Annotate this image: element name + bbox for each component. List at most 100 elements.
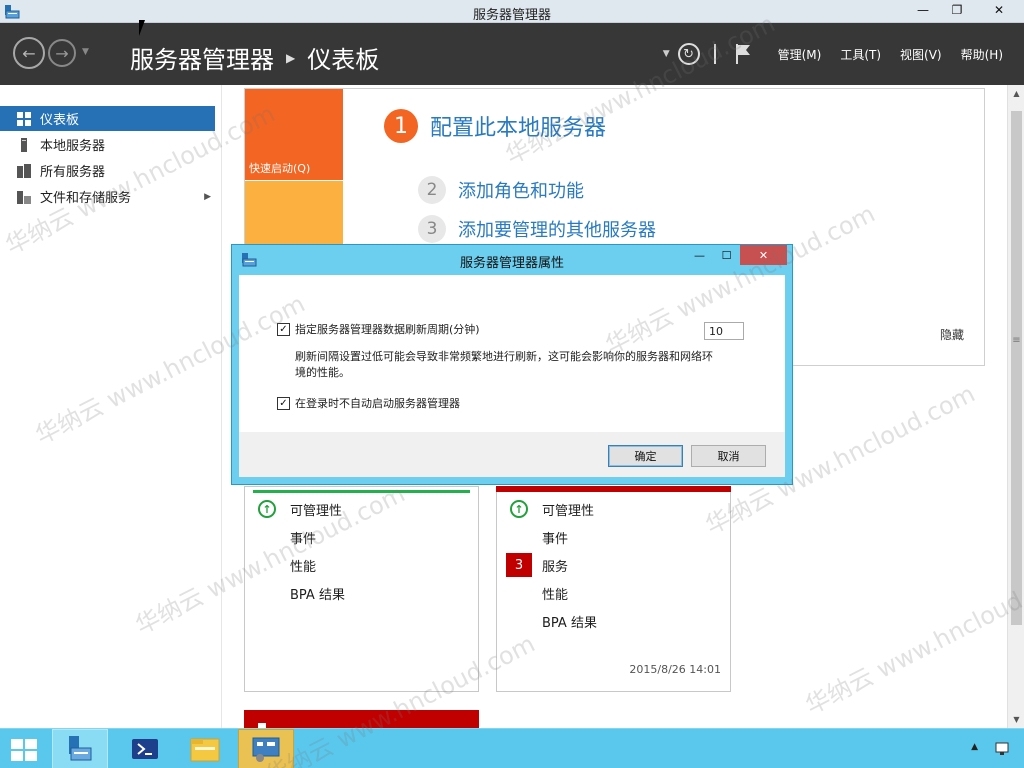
taskbar-file-explorer[interactable] — [177, 729, 233, 768]
forward-button[interactable]: → — [48, 39, 76, 67]
tile-row-events[interactable]: 事件 — [542, 528, 568, 547]
step-link[interactable]: 添加要管理的其他服务器 — [458, 216, 656, 242]
properties-dialog: 服务器管理器属性 — ☐ ✕ ✓ 指定服务器管理器数据刷新周期(分钟) 10 刷… — [231, 244, 793, 485]
chevron-right-icon: ▶ — [286, 50, 296, 65]
no-autostart-option[interactable]: ✓ 在登录时不自动启动服务器管理器 — [277, 395, 460, 411]
refresh-period-checkbox[interactable]: ✓ — [277, 322, 290, 336]
breadcrumb-root[interactable]: 服务器管理器 — [130, 40, 274, 75]
menu-manage[interactable]: 管理(M) — [778, 46, 822, 63]
refresh-warning-text: 刷新间隔设置过低可能会导致非常频繁地进行刷新，这可能会影响你的服务器和网络环境的… — [295, 350, 713, 379]
server-tile-card[interactable]: ↑ 可管理性 事件 3 服务 性能 BPA 结果 2015/8/26 14:01 — [496, 486, 731, 692]
hide-link[interactable]: 隐藏 — [940, 326, 964, 343]
status-bar — [253, 490, 470, 493]
header-dropdown[interactable]: ▼ — [663, 49, 670, 59]
step-number: 1 — [384, 109, 418, 143]
sidebar: 仪表板 本地服务器 所有服务器 文件和存储服务 ▶ — [0, 85, 222, 728]
tile-row-services[interactable]: 服务 — [542, 556, 568, 575]
scroll-up-icon[interactable]: ▲ — [1008, 89, 1024, 98]
restore-button[interactable]: ❐ — [940, 0, 974, 20]
step-configure-local[interactable]: 1 配置此本地服务器 — [384, 109, 606, 143]
menu-view[interactable]: 视图(V) — [900, 46, 942, 63]
tile-row-manageability[interactable]: 可管理性 — [290, 500, 342, 519]
watermark: 华纳云 www.hncloud.com — [801, 559, 1024, 720]
taskbar-powershell[interactable] — [117, 729, 173, 768]
dialog-close-button[interactable]: ✕ — [740, 245, 787, 265]
server-tile-card[interactable]: ↑ 可管理性 事件 性能 BPA 结果 — [244, 486, 479, 692]
no-autostart-label: 在登录时不自动启动服务器管理器 — [295, 397, 460, 410]
sidebar-item-dashboard[interactable]: 仪表板 — [0, 106, 215, 131]
sidebar-item-all-servers[interactable]: 所有服务器 — [0, 158, 215, 183]
tile-row-events[interactable]: 事件 — [290, 528, 316, 547]
tile-row-bpa[interactable]: BPA 结果 — [542, 612, 597, 631]
menu-help[interactable]: 帮助(H) — [961, 46, 1003, 63]
page-title: 仪表板 — [307, 46, 380, 74]
arrow-right-icon: → — [55, 43, 69, 63]
tray-expand-icon[interactable]: ▲ — [971, 742, 978, 752]
control-panel-icon — [252, 737, 280, 762]
vertical-scrollbar[interactable]: ▲ ≡ ▼ — [1007, 85, 1024, 728]
mouse-cursor — [139, 20, 151, 36]
windows-start-icon[interactable] — [10, 738, 38, 762]
expand-arrow-icon[interactable]: ▶ — [204, 192, 211, 202]
ok-button[interactable]: 确定 — [608, 445, 683, 467]
back-button[interactable]: ← — [13, 37, 45, 69]
dialog-maximize-button[interactable]: ☐ — [713, 245, 740, 265]
breadcrumb: 服务器管理器 ▶ 仪表板 — [130, 40, 379, 75]
grip-icon: ≡ — [1012, 335, 1021, 346]
status-up-icon: ↑ — [258, 500, 276, 518]
refresh-period-option[interactable]: ✓ 指定服务器管理器数据刷新周期(分钟) — [277, 321, 480, 337]
status-up-icon: ↑ — [510, 500, 528, 518]
dialog-minimize-button[interactable]: — — [686, 245, 713, 265]
arrow-left-icon: ← — [22, 43, 36, 63]
dialog-titlebar: 服务器管理器属性 — ☐ ✕ — [232, 245, 792, 275]
sidebar-item-label: 本地服务器 — [40, 139, 106, 154]
network-icon[interactable] — [994, 741, 1010, 757]
sidebar-item-label: 文件和存储服务 — [40, 191, 132, 206]
header-divider — [713, 44, 716, 64]
step-link[interactable]: 添加角色和功能 — [458, 177, 584, 203]
folder-icon — [190, 738, 220, 762]
no-autostart-checkbox[interactable]: ✓ — [277, 396, 290, 410]
step-add-roles[interactable]: 2 添加角色和功能 — [418, 176, 584, 204]
notification-flag-icon[interactable] — [734, 43, 752, 65]
status-bar — [496, 486, 731, 492]
tile-row-performance[interactable]: 性能 — [290, 556, 316, 575]
server-tile-card-partial[interactable] — [244, 710, 479, 728]
step-number: 3 — [418, 215, 446, 243]
step-number: 2 — [418, 176, 446, 204]
quick-start-tile[interactable]: 快速启动(Q) — [245, 89, 343, 180]
dialog-body: ✓ 指定服务器管理器数据刷新周期(分钟) 10 刷新间隔设置过低可能会导致非常频… — [239, 275, 785, 477]
sidebar-item-label: 仪表板 — [40, 113, 80, 128]
tile-row-performance[interactable]: 性能 — [542, 584, 568, 603]
history-dropdown[interactable]: ▼ — [82, 47, 89, 57]
server-manager-icon — [69, 736, 92, 761]
step-add-servers[interactable]: 3 添加要管理的其他服务器 — [418, 215, 656, 243]
menu-tools[interactable]: 工具(T) — [840, 46, 881, 63]
tile-row-bpa[interactable]: BPA 结果 — [290, 584, 345, 603]
scroll-thumb[interactable] — [1011, 111, 1022, 625]
close-button[interactable]: ✕ — [974, 0, 1024, 20]
cancel-button[interactable]: 取消 — [691, 445, 766, 467]
sidebar-item-label: 所有服务器 — [40, 165, 106, 180]
dashboard-icon — [17, 111, 31, 126]
taskbar: ▲ — [0, 728, 1024, 768]
app-header: ← → ▼ 服务器管理器 ▶ 仪表板 ▼ ↻ 管理(M) 工具(T) 视图(V)… — [0, 23, 1024, 85]
alert-count-badge: 3 — [506, 553, 532, 577]
window-title: 服务器管理器 — [472, 8, 551, 23]
refresh-icon[interactable]: ↻ — [677, 43, 700, 65]
refresh-minutes-input[interactable]: 10 — [704, 322, 744, 340]
sidebar-item-local-server[interactable]: 本地服务器 — [0, 132, 215, 157]
storage-icon — [17, 190, 31, 204]
taskbar-server-manager[interactable] — [52, 729, 108, 768]
refresh-period-label: 指定服务器管理器数据刷新周期(分钟) — [295, 323, 480, 336]
servers-icon — [17, 163, 31, 178]
minimize-button[interactable]: — — [906, 0, 940, 20]
step-link[interactable]: 配置此本地服务器 — [430, 110, 606, 142]
quick-start-label: 快速启动(Q) — [249, 162, 311, 175]
tile-row-manageability[interactable]: 可管理性 — [542, 500, 594, 519]
scroll-down-icon[interactable]: ▼ — [1008, 715, 1024, 724]
sidebar-item-file-storage[interactable]: 文件和存储服务 ▶ — [0, 184, 215, 209]
powershell-icon — [132, 739, 158, 759]
timestamp: 2015/8/26 14:01 — [629, 663, 721, 676]
taskbar-control-panel[interactable] — [238, 729, 294, 768]
